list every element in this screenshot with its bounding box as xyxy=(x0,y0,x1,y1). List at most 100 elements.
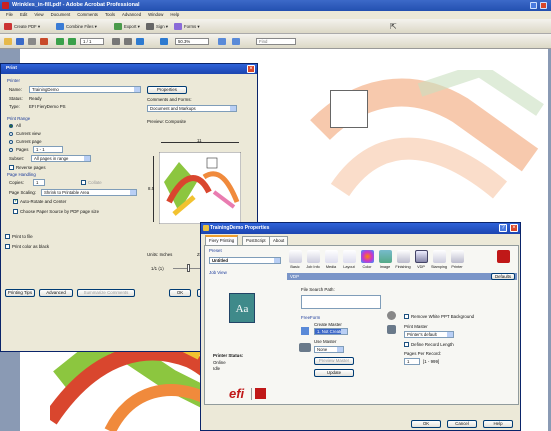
next-page-icon[interactable] xyxy=(68,38,76,45)
tab-postscript[interactable]: PostScript xyxy=(242,236,270,245)
menu-comments[interactable]: Comments xyxy=(77,12,98,17)
export-button[interactable]: Export ▾ xyxy=(114,22,140,31)
print-ok-button[interactable]: OK xyxy=(169,289,191,297)
menu-file[interactable]: File xyxy=(6,12,13,17)
job-info-icon[interactable] xyxy=(307,250,320,263)
color-icon[interactable] xyxy=(361,250,374,263)
tab-about[interactable]: About xyxy=(269,236,289,245)
fit-width-icon[interactable] xyxy=(232,38,240,45)
logo-divider xyxy=(251,388,252,400)
properties-close-icon[interactable]: × xyxy=(510,224,518,232)
print-close-icon[interactable]: × xyxy=(247,65,255,73)
email-icon[interactable] xyxy=(40,38,48,45)
comments-forms-select[interactable]: Document and Markups xyxy=(147,105,237,112)
image-icon[interactable] xyxy=(379,250,392,263)
file-search-input[interactable] xyxy=(301,295,381,309)
sign-button[interactable]: Sign ▾ xyxy=(146,22,168,31)
basic-label: Basic xyxy=(290,265,300,269)
finishing-label: Finishing xyxy=(395,265,411,269)
reverse-pages-checkbox[interactable] xyxy=(9,165,14,170)
fit-page-icon[interactable] xyxy=(218,38,226,45)
units-label: Units: Inches xyxy=(147,252,173,257)
zoom-in-icon[interactable] xyxy=(136,38,144,45)
save-icon[interactable] xyxy=(16,38,24,45)
open-folder-icon[interactable] xyxy=(4,38,12,45)
page-number-field[interactable]: 1 / 1 xyxy=(80,38,104,45)
menu-advanced[interactable]: Advanced xyxy=(122,12,141,17)
subset-select[interactable]: All pages in range xyxy=(31,155,91,162)
forms-button[interactable]: Forms ▾ xyxy=(174,22,200,31)
efi-logo: efi xyxy=(229,386,245,401)
print-icon[interactable] xyxy=(28,38,36,45)
media-label: Media xyxy=(325,265,337,269)
choose-paper-checkbox[interactable] xyxy=(13,209,18,214)
printer-name-select[interactable]: TrainingDemo xyxy=(29,86,141,93)
layout-icon[interactable] xyxy=(343,250,356,263)
range-pages-radio[interactable] xyxy=(9,148,13,152)
update-button[interactable]: Update xyxy=(314,369,354,377)
acrobat-titlebar: Wrinkles_in-fill.pdf - Adobe Acrobat Pro… xyxy=(0,0,551,11)
stamping-icon[interactable] xyxy=(433,250,446,263)
define-record-length-checkbox[interactable] xyxy=(404,342,409,347)
properties-help-icon[interactable]: ? xyxy=(499,224,507,232)
select-tool-icon[interactable] xyxy=(124,38,132,45)
vdp-label: VDP xyxy=(417,265,425,269)
menu-document[interactable]: Document xyxy=(51,12,71,17)
media-icon[interactable] xyxy=(325,250,338,263)
properties-ok-button[interactable]: OK xyxy=(411,420,441,428)
export-icon xyxy=(114,23,122,30)
find-input[interactable] xyxy=(256,38,296,45)
menu-help[interactable]: Help xyxy=(170,12,179,17)
range-all-radio[interactable] xyxy=(9,124,13,128)
menu-window[interactable]: Window xyxy=(148,12,163,17)
range-current-page-label: Current page xyxy=(16,139,42,144)
tab-fiery-printing[interactable]: Fiery Printing xyxy=(205,235,239,245)
properties-cancel-button[interactable]: Cancel xyxy=(447,420,477,428)
summarize-comments-button[interactable]: Summarize Comments xyxy=(77,289,135,297)
acrobat-logo-icon xyxy=(2,2,9,9)
advanced-button[interactable]: Advanced xyxy=(39,289,73,297)
use-master-select[interactable]: None xyxy=(314,346,344,353)
menu-view[interactable]: View xyxy=(34,12,43,17)
collate-checkbox[interactable] xyxy=(81,180,86,185)
remove-white-bg-checkbox[interactable] xyxy=(404,314,409,319)
range-current-view-radio[interactable] xyxy=(9,132,13,136)
job-view-preview: Aa xyxy=(229,293,255,323)
finishing-icon[interactable] xyxy=(397,250,410,263)
preview-master-button[interactable]: Preview Master xyxy=(314,357,354,365)
zoom-level-field[interactable]: 50.3% xyxy=(175,38,209,45)
create-pdf-button[interactable]: Create PDF ▾ xyxy=(4,22,40,31)
prev-page-icon[interactable] xyxy=(56,38,64,45)
copies-input[interactable]: 1 xyxy=(33,179,45,186)
print-to-file-checkbox[interactable] xyxy=(5,234,10,239)
properties-titlebar: TrainingDemo Properties xyxy=(201,223,520,234)
printer-icon[interactable] xyxy=(451,250,464,263)
print-master-select[interactable]: Printer's default xyxy=(404,331,454,338)
hand-tool-icon[interactable] xyxy=(112,38,120,45)
properties-button[interactable]: Properties xyxy=(147,86,187,94)
printing-tips-button[interactable]: Printing Tips xyxy=(5,289,35,297)
pages-per-record-input[interactable]: 1 xyxy=(404,358,420,365)
reverse-pages-label: Reverse pages xyxy=(16,165,46,170)
defaults-button[interactable]: Defaults xyxy=(491,273,515,280)
auto-rotate-checkbox[interactable] xyxy=(13,198,18,204)
minimize-icon[interactable] xyxy=(530,2,537,9)
vdp-icon[interactable] xyxy=(415,250,428,263)
print-color-black-checkbox[interactable] xyxy=(5,244,10,249)
create-master-select[interactable]: 1. Not Created xyxy=(314,328,348,335)
basic-icon[interactable] xyxy=(289,250,302,263)
page-slider-thumb[interactable] xyxy=(187,264,190,272)
properties-help-button[interactable]: Help xyxy=(483,420,513,428)
printer-group-label: Printer xyxy=(7,78,20,83)
page-scaling-select[interactable]: Shrink to Printable Area xyxy=(41,189,137,196)
close-icon[interactable] xyxy=(540,2,547,9)
pages-input[interactable]: 1 - 1 xyxy=(33,146,63,153)
create-master-icon xyxy=(301,327,309,335)
zoom-out-icon[interactable] xyxy=(160,38,168,45)
range-current-page-radio[interactable] xyxy=(9,140,13,144)
combine-files-button[interactable]: Combine Files ▾ xyxy=(56,22,97,31)
menu-tools[interactable]: Tools xyxy=(105,12,115,17)
comments-forms-label: Comments and Forms: xyxy=(147,97,192,102)
preset-select[interactable]: Untitled xyxy=(209,257,281,264)
menu-edit[interactable]: Edit xyxy=(20,12,27,17)
